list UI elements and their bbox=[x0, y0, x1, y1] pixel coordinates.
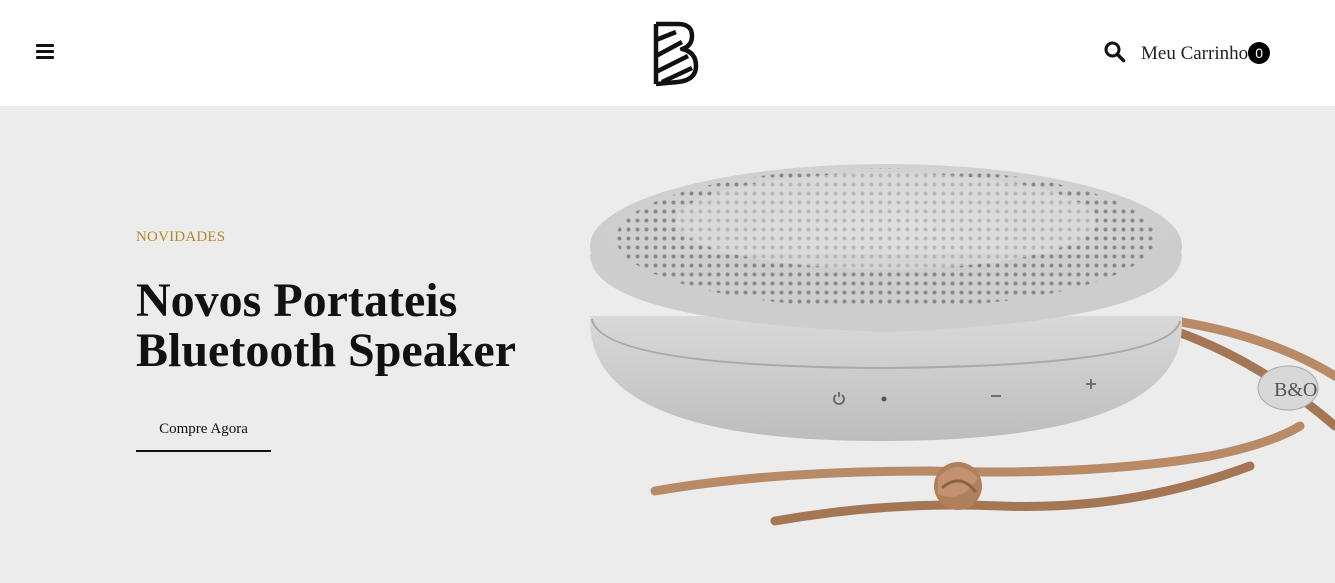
hero-title-line-1: Novos Portateis bbox=[136, 274, 458, 327]
speaker-product-image: B&O bbox=[570, 126, 1335, 566]
hero-title: Novos Portateis Bluetooth Speaker bbox=[136, 276, 566, 376]
hero-eyebrow: NOVIDADES bbox=[136, 229, 226, 245]
cart-label: Meu Carrinho bbox=[1141, 43, 1249, 64]
search-icon[interactable] bbox=[1104, 41, 1126, 63]
hero-title-line-2: Bluetooth Speaker bbox=[136, 324, 517, 377]
brand-b-logo-icon[interactable] bbox=[648, 18, 700, 88]
hero-banner: NOVIDADES Novos Portateis Bluetooth Spea… bbox=[0, 106, 1335, 583]
cart-link[interactable]: Meu Carrinho 0 bbox=[1141, 41, 1271, 67]
site-header: Meu Carrinho 0 bbox=[0, 0, 1335, 106]
shop-now-button[interactable]: Compre Agora bbox=[136, 419, 271, 452]
cart-count-badge: 0 bbox=[1248, 42, 1271, 64]
speaker-badge-text: B&O bbox=[1274, 379, 1317, 401]
hamburger-menu-icon[interactable] bbox=[36, 44, 56, 60]
